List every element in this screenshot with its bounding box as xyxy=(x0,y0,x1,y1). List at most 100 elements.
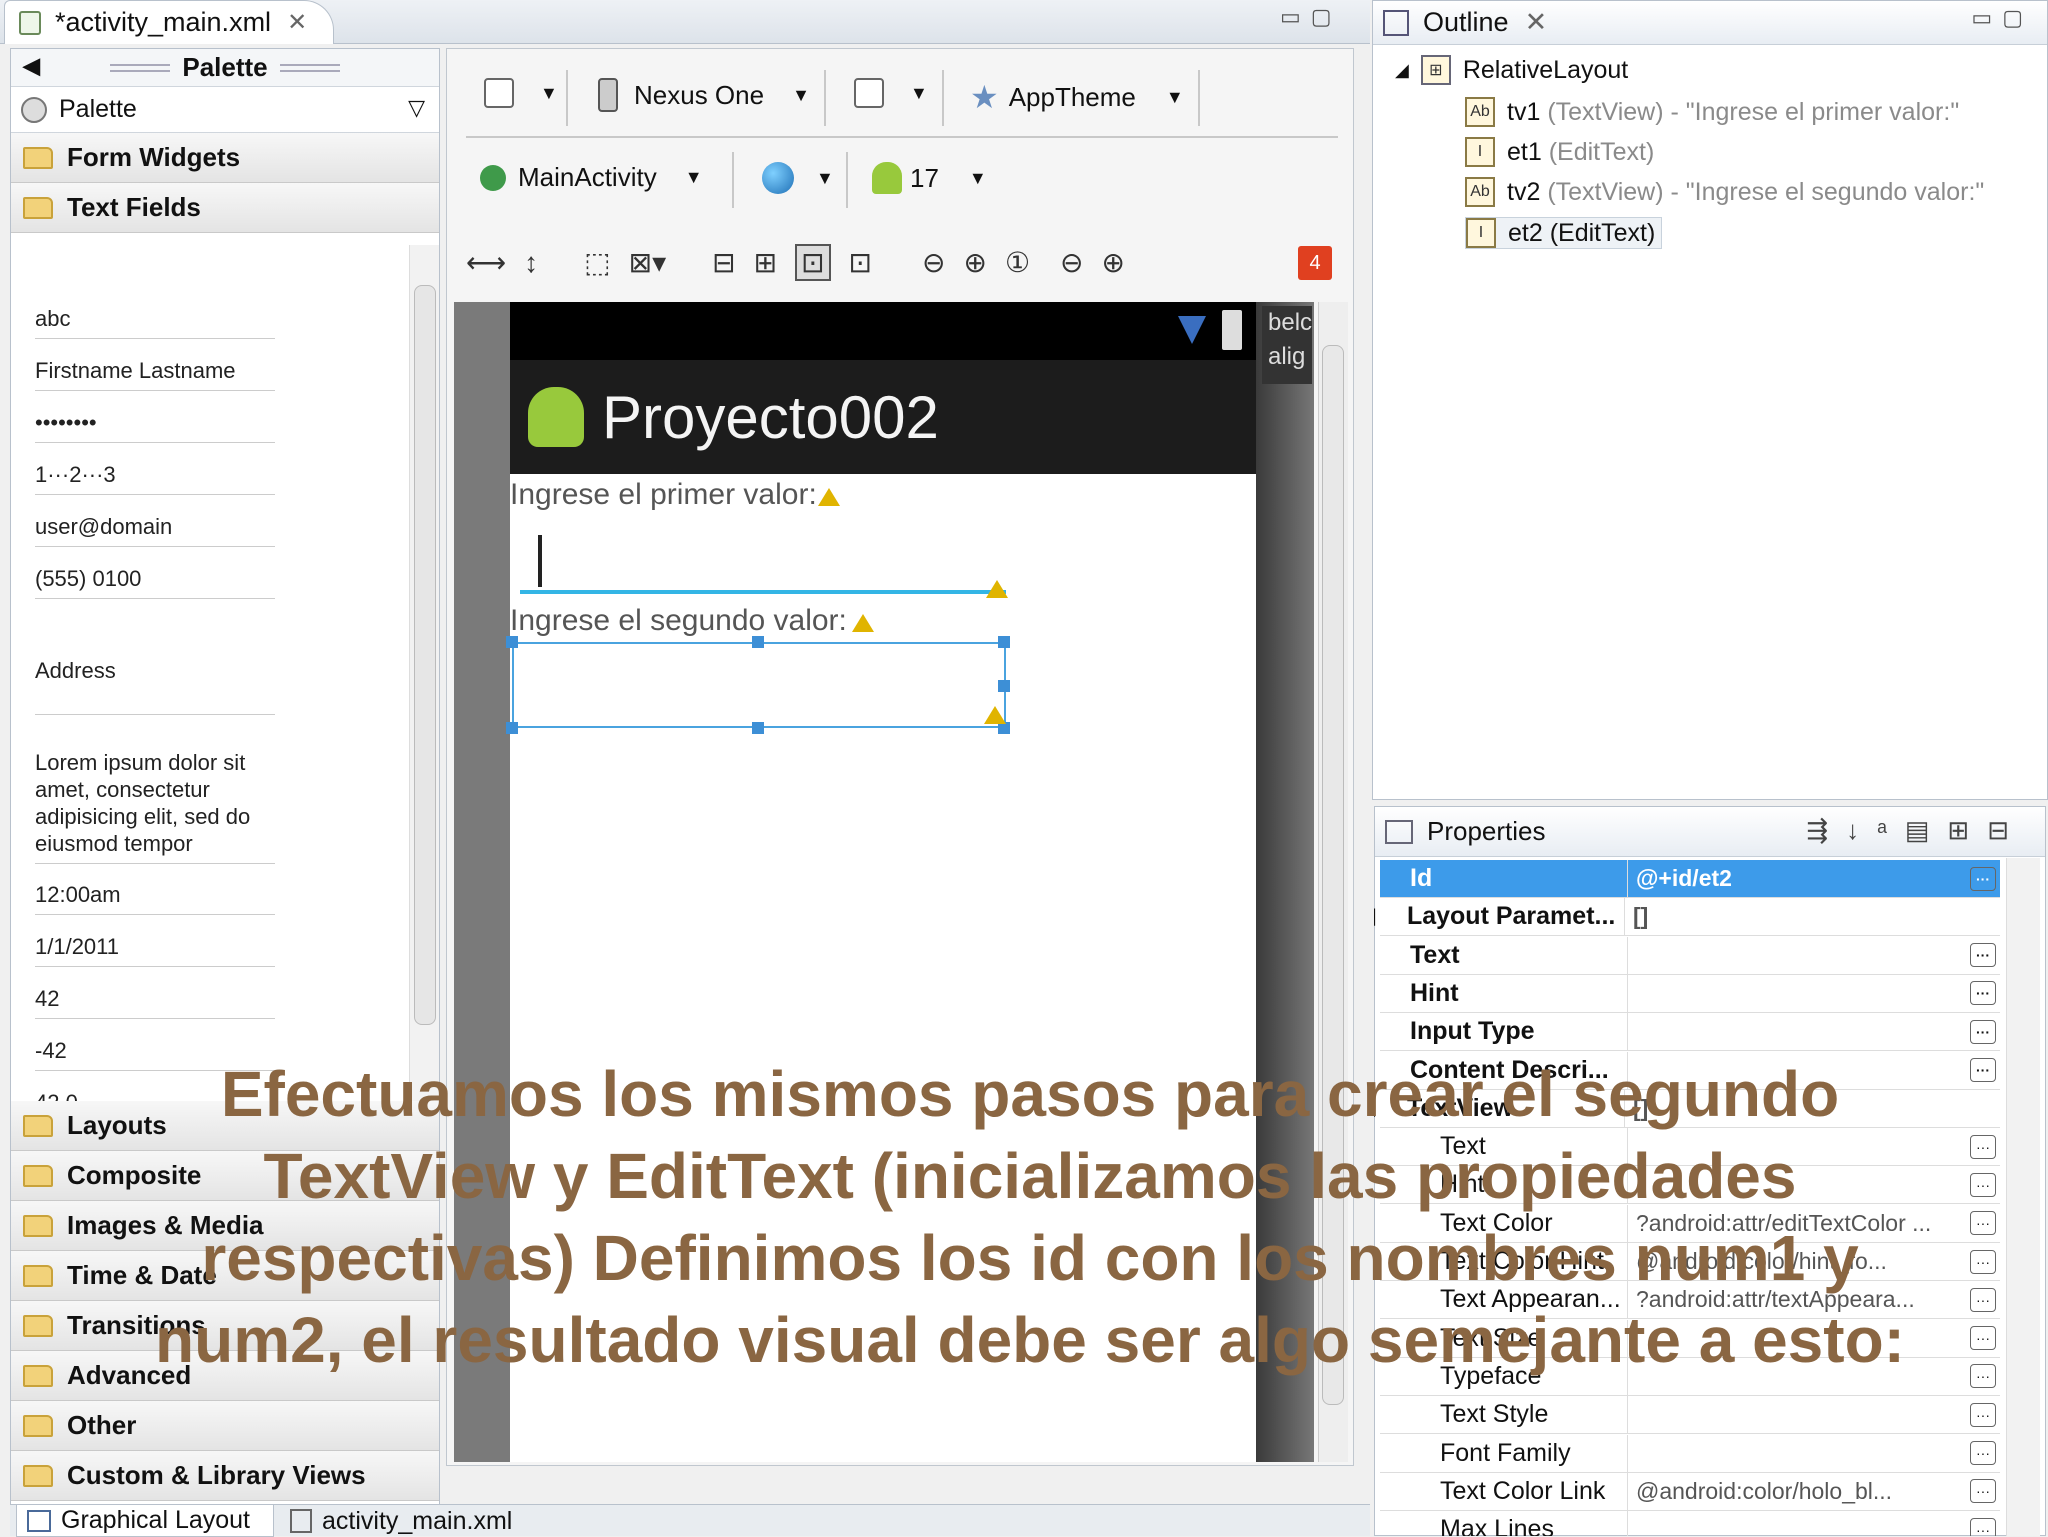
resize-handle[interactable] xyxy=(752,722,764,734)
snap-icon[interactable]: ⊡ xyxy=(795,244,831,281)
activity-dropdown[interactable]: MainActivity ▼ xyxy=(480,162,703,193)
outline-node-et1[interactable]: I et1 (EditText) xyxy=(1465,137,1654,167)
property-value[interactable]: @+id/et2 xyxy=(1628,865,1970,892)
category-form-widgets[interactable]: Form Widgets xyxy=(11,133,439,183)
ellipsis-button[interactable]: ··· xyxy=(1970,1019,1996,1044)
zoom-fit-icon[interactable]: ⊖ xyxy=(922,246,945,279)
ellipsis-button[interactable]: ··· xyxy=(1970,1364,1996,1389)
palette-item[interactable]: user@domain xyxy=(35,513,275,547)
tab-activity-main-xml[interactable]: activity_main.xml xyxy=(280,1505,522,1537)
align-baseline-icon[interactable]: ⊟ xyxy=(712,246,735,279)
resize-handle[interactable] xyxy=(998,636,1010,648)
property-row[interactable]: Hint ··· xyxy=(1380,974,2000,1013)
textview-tv1[interactable]: Ingrese el primer valor: xyxy=(510,478,817,512)
category-other[interactable]: Other xyxy=(11,1401,439,1451)
ellipsis-button[interactable]: ··· xyxy=(1970,1134,1996,1159)
toggle-fill-width-icon[interactable]: ⟷ xyxy=(466,246,506,279)
ellipsis-button[interactable]: ··· xyxy=(1970,981,1996,1006)
error-badge[interactable]: 4 xyxy=(1298,246,1332,280)
toggle-fill-height-icon[interactable]: ↕ xyxy=(524,247,538,279)
ellipsis-button[interactable]: ··· xyxy=(1970,1479,1996,1504)
property-row[interactable]: Font Family ··· xyxy=(1380,1434,2000,1473)
expand-arrow-icon[interactable]: ◢ xyxy=(1395,60,1409,81)
category-custom-library-views[interactable]: Custom & Library Views xyxy=(11,1451,439,1501)
outline-node-et2[interactable]: I et2 (EditText) xyxy=(1465,217,1663,249)
resize-handle[interactable] xyxy=(752,636,764,648)
chevron-down-icon[interactable]: ▽ xyxy=(408,95,425,121)
textview-tv2[interactable]: Ingrese el segundo valor: xyxy=(510,604,847,638)
minimize-maximize-icon[interactable]: ▭▢ xyxy=(1280,4,1342,30)
edittext-et1[interactable] xyxy=(520,590,1006,594)
palette-item[interactable]: 1···2···3 xyxy=(35,461,275,495)
palette-item[interactable]: •••••••• xyxy=(35,409,275,443)
ellipsis-button[interactable]: ··· xyxy=(1970,1172,1996,1197)
ellipsis-button[interactable]: ··· xyxy=(1970,866,1996,891)
outline-node-root[interactable]: ◢ ⊞ RelativeLayout xyxy=(1395,55,1628,85)
property-value[interactable]: @android:color/holo_bl... xyxy=(1628,1478,1970,1505)
category-text-fields[interactable]: Text Fields xyxy=(11,183,439,233)
property-value[interactable]: [] xyxy=(1625,903,2000,930)
layout-file-dropdown[interactable]: ▼ xyxy=(484,78,558,108)
palette-item[interactable]: Firstname Lastname xyxy=(35,357,275,391)
advanced-icon[interactable]: ▤ xyxy=(1905,815,1948,845)
property-row[interactable]: Text ··· xyxy=(1380,936,2000,975)
edittext-et2-selection[interactable] xyxy=(512,642,1006,728)
property-row[interactable]: Id @+id/et2 ··· xyxy=(1380,860,2000,898)
property-row[interactable]: ⊞ Layout Paramet...[] xyxy=(1374,898,2000,937)
orientation-dropdown[interactable]: ▼ xyxy=(854,78,928,108)
ellipsis-button[interactable]: ··· xyxy=(1970,1402,1996,1427)
sort-az-icon[interactable]: ↓ᵃ xyxy=(1846,815,1905,845)
resize-handle[interactable] xyxy=(506,722,518,734)
warning-icon[interactable] xyxy=(986,580,1008,598)
close-icon[interactable]: ✕ xyxy=(287,8,307,37)
property-row[interactable]: Input Type ··· xyxy=(1380,1013,2000,1052)
ellipsis-button[interactable]: ··· xyxy=(1970,1326,1996,1351)
center-icon[interactable]: ⊞ xyxy=(754,246,777,279)
ellipsis-button[interactable]: ··· xyxy=(1970,943,1996,968)
theme-dropdown[interactable]: ★ AppTheme ▼ xyxy=(970,78,1184,116)
ellipsis-button[interactable]: ··· xyxy=(1970,1287,1996,1312)
zoom-in-icon[interactable]: ⊕ xyxy=(1102,246,1125,279)
filter-icon[interactable]: ⇶ xyxy=(1806,815,1846,845)
palette-selector[interactable]: Palette ▽ xyxy=(11,87,439,133)
locale-dropdown[interactable]: ▼ xyxy=(762,162,834,194)
palette-item[interactable]: 1/1/2011 xyxy=(35,933,275,967)
palette-item[interactable]: Lorem ipsum dolor sit amet, consectetur … xyxy=(35,749,275,864)
scroll-thumb[interactable] xyxy=(414,285,436,1025)
outline-node-tv2[interactable]: Ab tv2 (TextView) - "Ingrese el segundo … xyxy=(1465,177,1984,207)
warning-icon[interactable] xyxy=(818,488,840,506)
collapse-arrow-icon[interactable]: ◀ xyxy=(23,53,40,79)
palette-item[interactable]: 12:00am xyxy=(35,881,275,915)
property-row[interactable]: Text Color Link @android:color/holo_bl...… xyxy=(1380,1472,2000,1511)
palette-item[interactable]: 42 xyxy=(35,985,275,1019)
palette-scrollbar[interactable] xyxy=(409,245,439,1101)
device-dropdown[interactable]: Nexus One ▼ xyxy=(598,78,810,112)
close-icon[interactable]: ✕ xyxy=(1525,7,1548,38)
expand-all-icon[interactable]: ⊞ xyxy=(1947,815,1987,845)
minimize-maximize-icon[interactable]: ▭▢ xyxy=(1971,5,2033,31)
property-row[interactable]: Text Style ··· xyxy=(1380,1396,2000,1435)
gravity-icon[interactable]: ⊠▾ xyxy=(629,246,667,279)
palette-item[interactable]: (555) 0100 xyxy=(35,565,275,599)
property-row[interactable]: Max Lines ··· xyxy=(1380,1511,2000,1536)
ellipsis-button[interactable]: ··· xyxy=(1970,1058,1996,1082)
resize-handle[interactable] xyxy=(506,636,518,648)
zoom-real-icon[interactable]: ⊕ xyxy=(963,246,986,279)
palette-item[interactable]: Address xyxy=(35,657,275,715)
ellipsis-button[interactable]: ··· xyxy=(1970,1211,1996,1236)
palette-item[interactable]: abc xyxy=(35,305,275,339)
zoom-100-icon[interactable]: ① xyxy=(1005,246,1030,279)
api-level-dropdown[interactable]: 17 ▼ xyxy=(872,162,987,194)
ellipsis-button[interactable]: ··· xyxy=(1970,1517,1996,1536)
warning-icon[interactable] xyxy=(984,706,1006,724)
warning-icon[interactable] xyxy=(852,614,874,632)
outline-node-tv1[interactable]: Ab tv1 (TextView) - "Ingrese el primer v… xyxy=(1465,97,1959,127)
properties-scrollbar[interactable] xyxy=(2006,858,2040,1536)
ellipsis-button[interactable]: ··· xyxy=(1970,1441,1996,1465)
resize-handle[interactable] xyxy=(998,680,1010,692)
margins-icon[interactable]: ⬚ xyxy=(584,246,610,279)
zoom-out-icon[interactable]: ⊖ xyxy=(1060,246,1083,279)
ellipsis-button[interactable]: ··· xyxy=(1970,1249,1996,1274)
constraints-icon[interactable]: ⊡ xyxy=(849,246,872,279)
tab-activity-main[interactable]: *activity_main.xml ✕ xyxy=(4,0,334,44)
